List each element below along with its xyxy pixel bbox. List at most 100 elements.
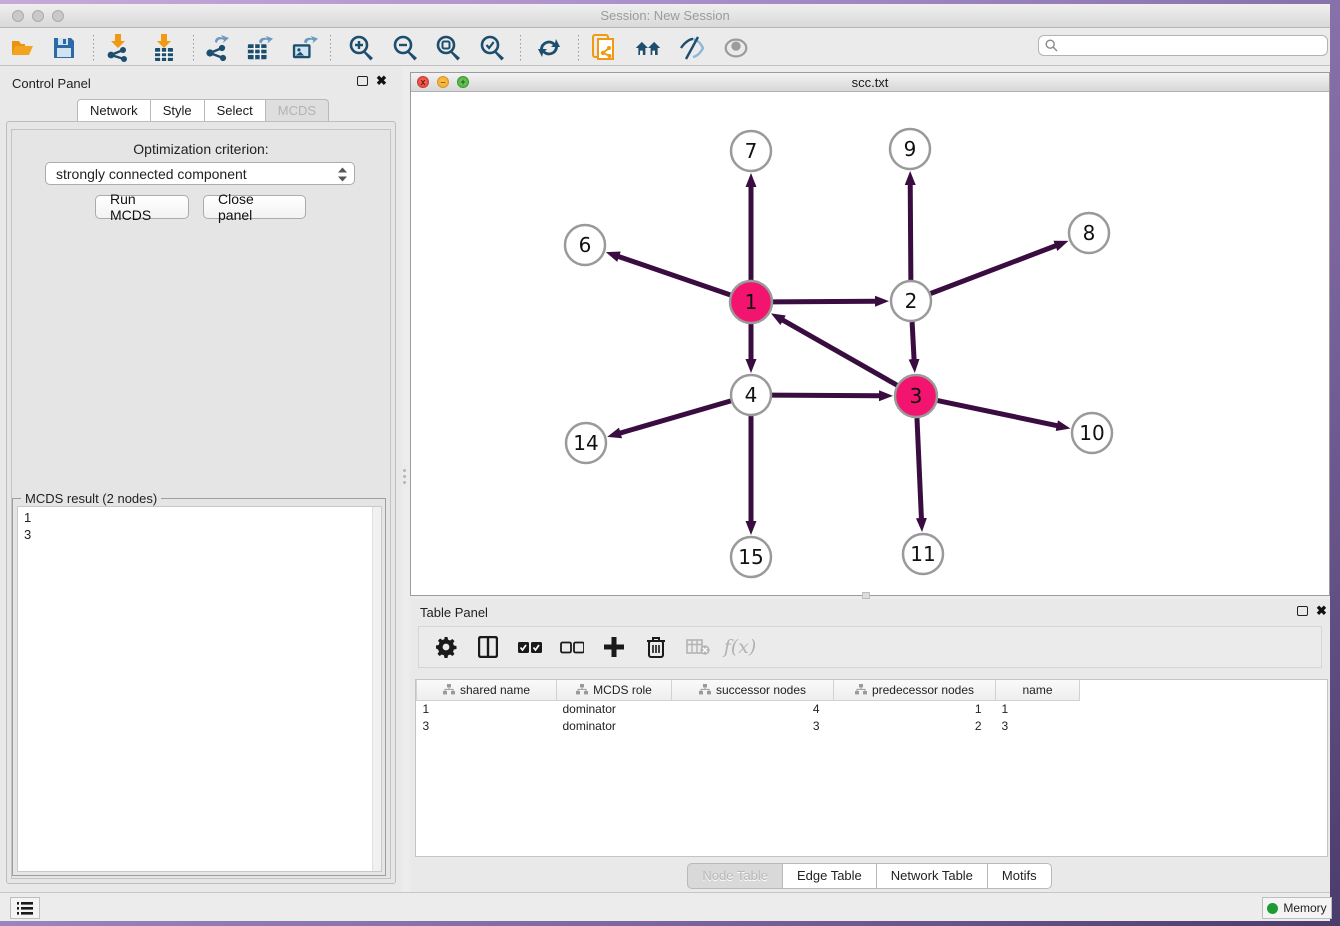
node-table: shared name MCDS role successor nodes pr… xyxy=(415,679,1328,857)
graph-node-label-6: 6 xyxy=(579,233,592,257)
hierarchy-icon xyxy=(443,684,455,695)
copy-network-icon[interactable] xyxy=(590,34,618,62)
graph-node-label-11: 11 xyxy=(910,542,935,566)
criterion-dropdown[interactable]: strongly connected component xyxy=(45,162,355,185)
import-network-icon[interactable] xyxy=(104,34,132,62)
tab-network[interactable]: Network xyxy=(77,99,151,123)
column-header-predecessor-nodes[interactable]: predecessor nodes xyxy=(834,680,996,700)
graph-node-label-14: 14 xyxy=(573,431,598,455)
splitter-handle-horizontal[interactable] xyxy=(862,592,870,599)
toolbar-separator xyxy=(93,35,94,61)
graph-node-label-10: 10 xyxy=(1079,421,1104,445)
result-line: 1 xyxy=(24,509,375,526)
network-window-titlebar: x – + scc.txt xyxy=(411,73,1329,92)
title-bar: Session: New Session xyxy=(0,4,1330,28)
export-image-icon[interactable] xyxy=(291,34,319,62)
function-builder-icon: f(x) xyxy=(727,634,753,660)
edge-1-2[interactable] xyxy=(773,301,876,302)
delete-table-icon xyxy=(685,634,711,660)
search-field[interactable] xyxy=(1038,35,1328,56)
mcds-result-title: MCDS result (2 nodes) xyxy=(21,491,161,506)
edge-2-3[interactable] xyxy=(912,322,914,360)
deselect-all-icon[interactable] xyxy=(559,634,585,660)
network-window-title: scc.txt xyxy=(411,75,1329,90)
zoom-out-icon[interactable] xyxy=(392,34,420,62)
search-icon xyxy=(1045,39,1058,52)
hierarchy-icon xyxy=(855,684,867,695)
export-table-icon[interactable] xyxy=(246,34,274,62)
network-view-window: x – + scc.txt 7968124314101511 xyxy=(410,72,1330,596)
save-session-icon[interactable] xyxy=(50,34,78,62)
toolbar-separator xyxy=(520,35,521,61)
edge-4-14[interactable] xyxy=(620,401,731,433)
graph-node-label-7: 7 xyxy=(745,139,758,163)
mcds-result-textarea[interactable]: 1 3 xyxy=(17,506,382,872)
column-header-mcds-role[interactable]: MCDS role xyxy=(557,680,672,700)
memory-button[interactable]: Memory xyxy=(1262,897,1332,919)
search-input[interactable] xyxy=(1062,37,1327,54)
app-window: Session: New Session xyxy=(0,4,1330,921)
table-header-row: shared name MCDS role successor nodes pr… xyxy=(417,680,1080,700)
graph-node-label-15: 15 xyxy=(738,545,763,569)
column-header-successor-nodes[interactable]: successor nodes xyxy=(672,680,834,700)
close-panel-icon[interactable]: ✖ xyxy=(1316,606,1327,616)
network-canvas-svg[interactable]: 7968124314101511 xyxy=(411,92,1329,595)
memory-label: Memory xyxy=(1283,901,1326,915)
graph-node-label-2: 2 xyxy=(905,289,918,313)
gear-icon[interactable] xyxy=(433,634,459,660)
splitter-handle-vertical[interactable] xyxy=(402,459,407,493)
graph-node-label-8: 8 xyxy=(1083,221,1096,245)
add-column-icon[interactable] xyxy=(601,634,627,660)
export-network-icon[interactable] xyxy=(203,34,231,62)
zoom-selected-icon[interactable] xyxy=(479,34,507,62)
tab-style[interactable]: Style xyxy=(150,99,205,123)
tab-node-table[interactable]: Node Table xyxy=(687,863,783,889)
edge-3-11[interactable] xyxy=(917,418,921,519)
table-panel-buttons: ✖ xyxy=(1297,606,1327,616)
float-panel-icon[interactable] xyxy=(357,76,368,86)
table-panel-tabs: Node Table Edge Table Network Table Moti… xyxy=(410,863,1330,889)
table-row[interactable]: 3 dominator 3 2 3 xyxy=(417,717,1080,734)
tab-mcds[interactable]: MCDS xyxy=(265,99,329,123)
control-panel-buttons: ✖ xyxy=(357,76,387,86)
result-scrollbar[interactable] xyxy=(372,507,381,871)
hide-selected-icon[interactable] xyxy=(678,34,706,62)
run-mcds-button[interactable]: Run MCDS xyxy=(95,195,189,219)
close-panel-button[interactable]: Close panel xyxy=(203,195,306,219)
graph-node-label-3: 3 xyxy=(910,384,923,408)
tab-edge-table[interactable]: Edge Table xyxy=(782,863,877,889)
split-columns-icon[interactable] xyxy=(475,634,501,660)
delete-icon[interactable] xyxy=(643,634,669,660)
criterion-value: strongly connected component xyxy=(56,166,247,182)
zoom-in-icon[interactable] xyxy=(348,34,376,62)
tab-network-table[interactable]: Network Table xyxy=(876,863,988,889)
first-neighbors-icon[interactable] xyxy=(634,34,662,62)
graph-node-label-1: 1 xyxy=(745,290,758,314)
edge-1-6[interactable] xyxy=(618,256,730,294)
table-panel-title: Table Panel xyxy=(420,605,488,620)
column-header-shared-name[interactable]: shared name xyxy=(417,680,557,700)
column-header-name[interactable]: name xyxy=(996,680,1080,700)
select-all-icon[interactable] xyxy=(517,634,543,660)
tab-select[interactable]: Select xyxy=(204,99,266,123)
import-table-icon[interactable] xyxy=(150,34,178,62)
hierarchy-icon xyxy=(699,684,711,695)
zoom-fit-icon[interactable] xyxy=(435,34,463,62)
edge-4-3[interactable] xyxy=(772,395,880,396)
control-panel: Control Panel ✖ Network Style Select MCD… xyxy=(0,66,402,896)
hierarchy-icon xyxy=(576,684,588,695)
tab-motifs[interactable]: Motifs xyxy=(987,863,1052,889)
table-panel: Table Panel ✖ xyxy=(410,599,1330,896)
edge-3-10[interactable] xyxy=(938,401,1058,426)
edge-2-9[interactable] xyxy=(910,184,911,280)
show-all-icon[interactable] xyxy=(722,34,750,62)
edge-2-8[interactable] xyxy=(931,245,1057,293)
open-session-icon[interactable] xyxy=(8,34,36,62)
table-row[interactable]: 1 dominator 4 1 1 xyxy=(417,700,1080,717)
close-panel-icon[interactable]: ✖ xyxy=(376,76,387,86)
float-panel-icon[interactable] xyxy=(1297,606,1308,616)
show-panels-button[interactable] xyxy=(10,897,40,919)
refresh-icon[interactable] xyxy=(535,34,563,62)
toolbar-separator xyxy=(193,35,194,61)
edge-3-1[interactable] xyxy=(782,320,897,385)
